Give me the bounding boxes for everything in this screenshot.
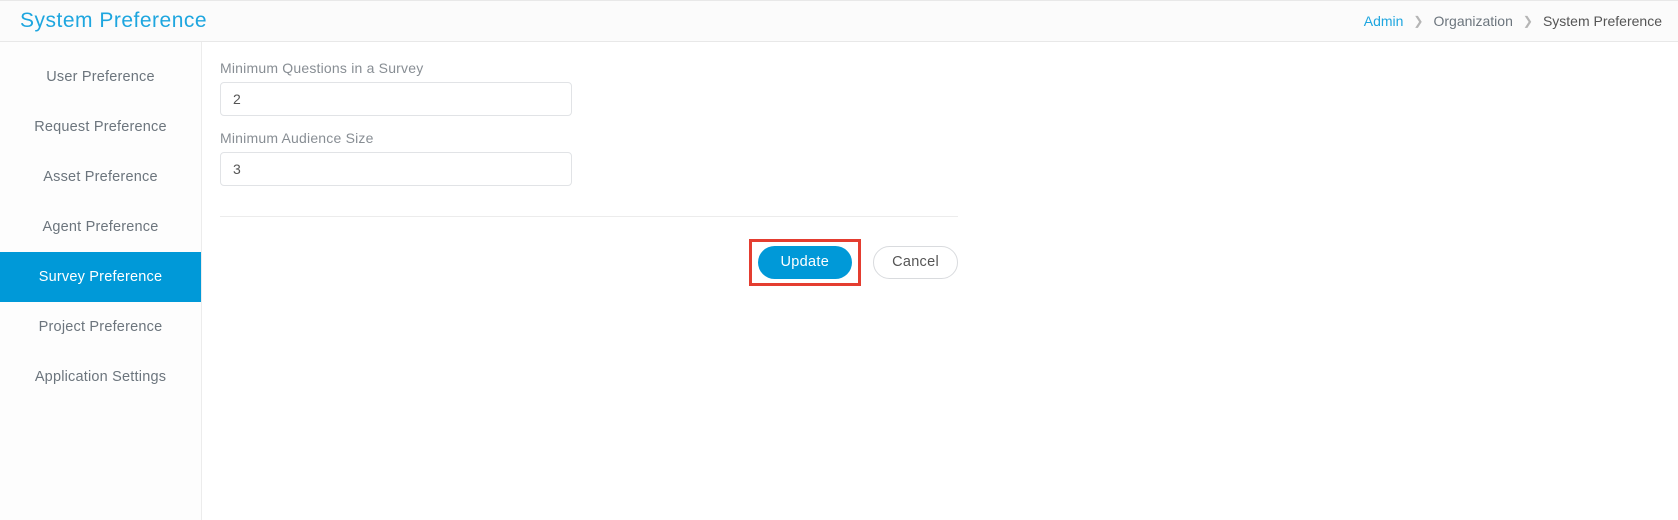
sidebar-item-survey-preference[interactable]: Survey Preference — [0, 252, 201, 302]
breadcrumb-current: System Preference — [1543, 13, 1662, 29]
form-group-min-questions: Minimum Questions in a Survey — [220, 60, 958, 116]
sidebar: User Preference Request Preference Asset… — [0, 42, 202, 520]
content-panel: Minimum Questions in a Survey Minimum Au… — [202, 42, 958, 520]
breadcrumb-admin[interactable]: Admin — [1364, 13, 1404, 29]
sidebar-item-application-settings[interactable]: Application Settings — [0, 352, 201, 402]
label-min-questions: Minimum Questions in a Survey — [220, 60, 958, 76]
highlight-box: Update — [749, 239, 862, 286]
input-min-audience[interactable] — [220, 152, 572, 186]
label-min-audience: Minimum Audience Size — [220, 130, 958, 146]
chevron-right-icon: ❯ — [1413, 14, 1423, 28]
breadcrumb-organization[interactable]: Organization — [1433, 13, 1512, 29]
divider — [220, 216, 958, 217]
input-min-questions[interactable] — [220, 82, 572, 116]
actions-row: Update Cancel — [220, 239, 958, 286]
sidebar-item-project-preference[interactable]: Project Preference — [0, 302, 201, 352]
update-button[interactable]: Update — [758, 246, 853, 279]
sidebar-item-agent-preference[interactable]: Agent Preference — [0, 202, 201, 252]
breadcrumb: Admin ❯ Organization ❯ System Preference — [1364, 13, 1662, 29]
page-title: System Preference — [20, 9, 207, 33]
sidebar-item-user-preference[interactable]: User Preference — [0, 52, 201, 102]
sidebar-item-asset-preference[interactable]: Asset Preference — [0, 152, 201, 202]
page-header: System Preference Admin ❯ Organization ❯… — [0, 0, 1678, 42]
form-group-min-audience: Minimum Audience Size — [220, 130, 958, 186]
sidebar-item-request-preference[interactable]: Request Preference — [0, 102, 201, 152]
chevron-right-icon: ❯ — [1523, 14, 1533, 28]
cancel-button[interactable]: Cancel — [873, 246, 958, 279]
page-body: User Preference Request Preference Asset… — [0, 42, 1678, 520]
